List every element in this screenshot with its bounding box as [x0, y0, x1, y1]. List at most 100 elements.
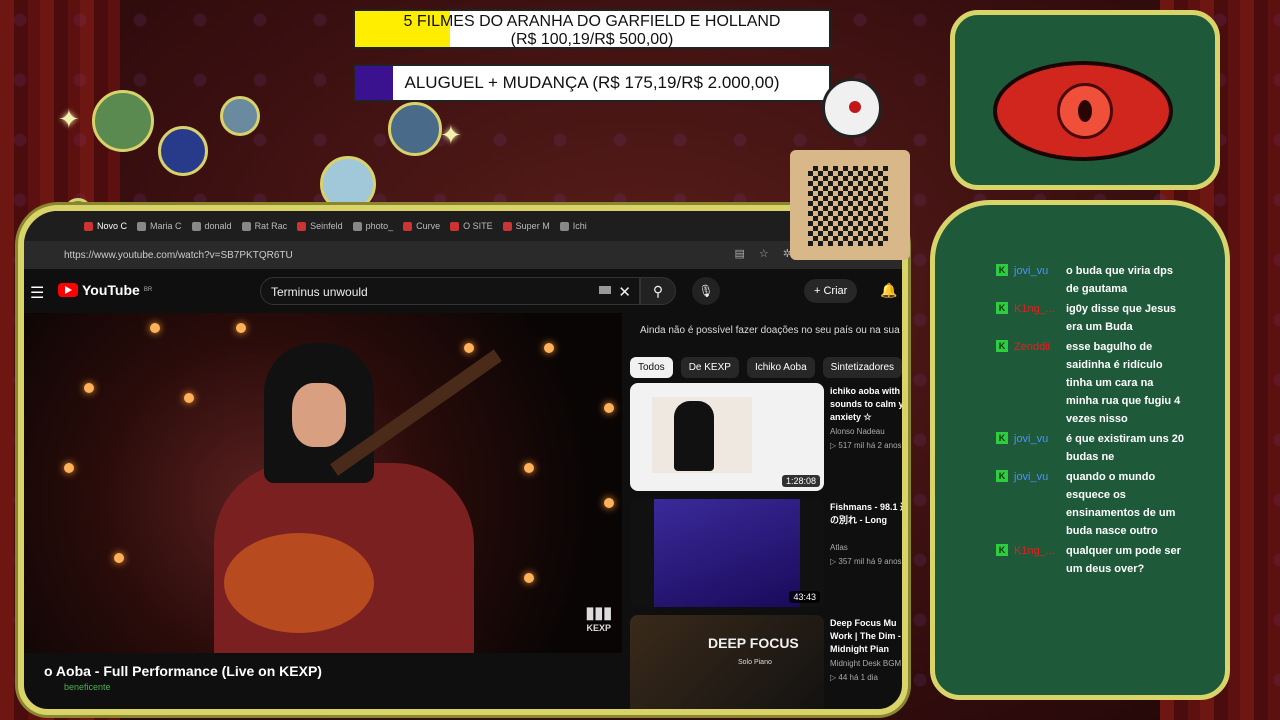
recommendation-channel: Alonso Nadeau [830, 427, 885, 436]
recommendation-item[interactable]: 43:43 Fishmans - 98.1 達の別れ - Long Atlas … [630, 499, 908, 607]
chip-sintetizadores[interactable]: Sintetizadores [822, 357, 902, 378]
browser-tab[interactable]: Novo C [84, 221, 127, 231]
video-thumbnail[interactable]: 43:43 [630, 499, 824, 607]
create-button[interactable]: + Criar [804, 279, 858, 303]
browser-tab[interactable]: Ichi [559, 221, 587, 231]
hamburger-menu-icon[interactable]: ☰ [30, 283, 44, 303]
recommendation-meta: ▷ 357 mil há 9 anos [830, 557, 902, 566]
youtube-logo[interactable]: YouTube BR [58, 282, 152, 298]
stage-light [524, 573, 534, 583]
video-thumbnail[interactable]: 1:28:08 [630, 383, 824, 491]
goal-title: ALUGUEL + MUDANÇA (R$ 175,19/R$ 2.000,00… [404, 73, 780, 92]
chat-text: quando o mundo esquece os ensinamentos d… [1066, 471, 1176, 537]
youtube-header: ☰ YouTube BR Terminus unwould ✕ ⚲ 🎙 + Cr… [24, 269, 902, 313]
thumbnail-image [654, 499, 800, 607]
kick-badge-icon: K [996, 470, 1008, 482]
search-input[interactable]: Terminus unwould ✕ [260, 277, 640, 305]
browser-tab-bar: Novo C Maria C donald Rat Rac Seinfeld p… [24, 211, 902, 241]
video-thumbnail[interactable]: DEEP FOCUS Solo Piano [630, 615, 824, 709]
avatar [388, 102, 442, 156]
kexp-watermark-text: KEXP [586, 623, 612, 633]
video-player[interactable]: ▮▮▮ KEXP [24, 313, 622, 653]
chat-message: K jovi_vu é que existiram uns 20 budas n… [996, 430, 1196, 466]
recommendation-item[interactable]: 1:28:08 ichiko aoba with r sounds to cal… [630, 383, 902, 491]
tab-label: photo_ [365, 221, 394, 231]
chip-todos[interactable]: Todos [630, 357, 673, 378]
jester-mascot [822, 78, 882, 138]
translate-icon[interactable]: ▤ [735, 247, 745, 260]
recommendation-title: Fishmans - 98.1 達の別れ - Long [830, 502, 908, 525]
browser-tab[interactable]: Rat Rac [241, 221, 287, 231]
address-bar-icons: ▤ ☆ ✲ [735, 247, 793, 260]
sparkle-icon: ✦ [440, 120, 462, 150]
chat-text: ig0y disse que Jesus era um Buda [1066, 303, 1177, 333]
keyboard-icon[interactable] [599, 286, 611, 294]
recommendation-channel: Midnight Desk BGM [830, 659, 902, 668]
tab-favicon-icon [84, 221, 93, 231]
bookmark-star-icon[interactable]: ☆ [759, 247, 769, 260]
browser-tab[interactable]: Curve [403, 221, 440, 231]
stage-light [64, 463, 74, 473]
eye-pupil [1078, 100, 1092, 122]
chip-de-kexp[interactable]: De KEXP [680, 357, 739, 378]
tab-favicon-icon [297, 221, 307, 231]
browser-window: Novo C Maria C donald Rat Rac Seinfeld p… [18, 205, 908, 715]
chat-username[interactable]: K1ng_... [1008, 300, 1066, 336]
recommendation-item[interactable]: DEEP FOCUS Solo Piano Deep Focus Mu Work… [630, 615, 902, 709]
chat-text: o buda que viria dps de gautama [1066, 265, 1173, 295]
chat-text: é que existiram uns 20 budas ne [1066, 433, 1184, 463]
goal-text: 5 FILMES DO ARANHA DO GARFIELD E HOLLAND… [355, 11, 829, 49]
browser-tab[interactable]: Maria C [137, 221, 182, 231]
thumbnail-image [652, 397, 752, 473]
chat-messages: K jovi_vu o buda que viria dps de gautam… [996, 262, 1196, 580]
chat-username[interactable]: Zenddii [1008, 338, 1066, 428]
browser-tab[interactable]: O SITE [450, 221, 493, 231]
search-button[interactable]: ⚲ [640, 277, 676, 305]
chat-text: qualquer um pode ser um deus over? [1066, 545, 1181, 575]
browser-tab[interactable]: donald [191, 221, 232, 231]
performer-face [292, 383, 346, 447]
goal-title: 5 FILMES DO ARANHA DO GARFIELD E HOLLAND [403, 13, 781, 30]
voice-search-button[interactable]: 🎙 [692, 277, 720, 305]
tab-favicon-icon [137, 221, 147, 231]
duration-badge: 43:43 [789, 591, 820, 603]
chat-username[interactable]: jovi_vu [1008, 262, 1066, 298]
microphone-icon: 🎙 [698, 284, 714, 298]
tab-favicon-icon [559, 221, 569, 231]
tab-label: donald [204, 221, 232, 231]
recommendation-meta: ▷ 517 mil há 2 anos [830, 441, 902, 450]
chat-username[interactable]: jovi_vu [1008, 430, 1066, 466]
guitar [224, 533, 374, 633]
chip-ichiko-aoba[interactable]: Ichiko Aoba [746, 357, 815, 378]
browser-tab[interactable]: photo_ [352, 221, 394, 231]
notifications-bell-icon[interactable]: 🔔 [880, 282, 897, 299]
stage-light [236, 323, 246, 333]
browser-tab[interactable]: Super M [502, 221, 550, 231]
tab-label: Ichi [572, 221, 587, 231]
avatar [220, 96, 260, 136]
qr-code [808, 166, 888, 246]
thumbnail-subtitle: Solo Piano [738, 659, 772, 666]
region-code: BR [143, 287, 153, 293]
tab-favicon-icon [403, 221, 413, 231]
chat-username[interactable]: K1ng_... [1008, 542, 1066, 578]
stage-light [84, 383, 94, 393]
stage-light [150, 323, 160, 333]
browser-tab[interactable]: Seinfeld [297, 221, 343, 231]
url-text: https://www.youtube.com/watch?v=SB7PKTQR… [64, 249, 293, 261]
stage-light [604, 403, 614, 413]
filter-chips: Todos De KEXP Ichiko Aoba Sintetizadores [630, 357, 902, 378]
create-label: Criar [823, 285, 848, 297]
avatar [92, 90, 154, 152]
tab-label: Maria C [150, 221, 182, 231]
tab-favicon-icon [450, 221, 460, 231]
tab-label: Seinfeld [310, 221, 343, 231]
clear-search-icon[interactable]: ✕ [618, 283, 631, 301]
stage-light [604, 498, 614, 508]
kick-badge-icon: K [996, 264, 1008, 276]
chat-username[interactable]: jovi_vu [1008, 468, 1066, 540]
red-eye-illustration [993, 61, 1173, 161]
chat-message: K K1ng_... qualquer um pode ser um deus … [996, 542, 1196, 578]
youtube-logo-text: YouTube [82, 282, 140, 298]
stage-light [114, 553, 124, 563]
